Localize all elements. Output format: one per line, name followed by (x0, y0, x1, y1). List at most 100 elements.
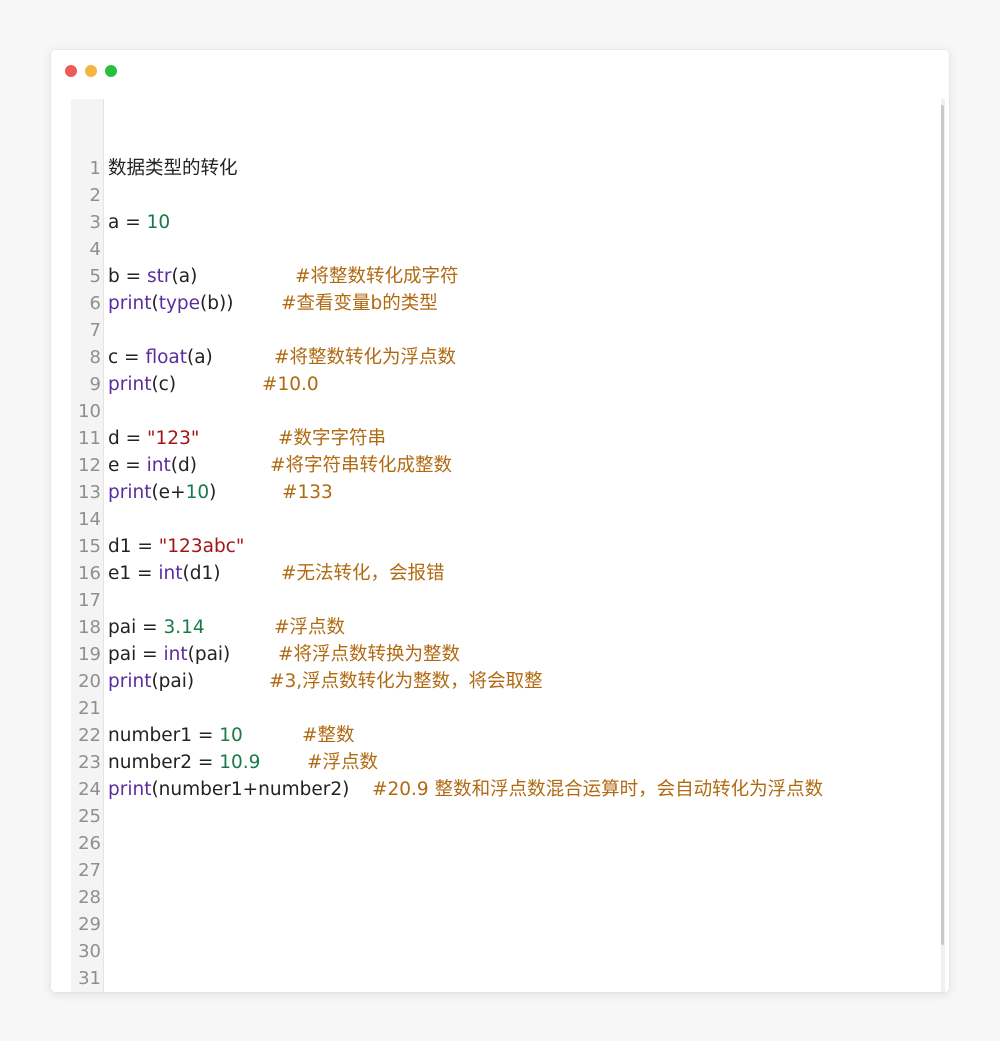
code-token: 10 (219, 725, 243, 746)
code-token: (c) (151, 374, 177, 395)
code-token: 10 (185, 482, 210, 503)
code-line: 4 (71, 236, 931, 263)
code-token: (e+ (151, 482, 186, 503)
code-token: print (108, 482, 152, 503)
code-line: 14 (71, 506, 931, 533)
code-token: (pai) (151, 671, 195, 692)
code-comment: #3,浮点数转化为整数，将会取整 (269, 671, 543, 692)
line-number: 12 (78, 455, 101, 476)
code-text: a = 10 (108, 209, 170, 236)
code-line: 17 (71, 587, 931, 614)
code-token: 3.14 (163, 617, 205, 638)
line-number: 4 (89, 239, 101, 260)
code-token: (d1) (182, 563, 221, 584)
code-comment: #浮点数 (307, 752, 379, 773)
code-token: (pai) (187, 644, 231, 665)
code-text: print(e+10) (108, 479, 216, 506)
code-line: 23 number2 = 10.9 #浮点数 (71, 749, 931, 776)
line-number: 24 (78, 779, 101, 800)
code-comment: #20.9 整数和浮点数混合运算时，会自动转化为浮点数 (372, 779, 824, 800)
code-text: number2 = 10.9 (108, 749, 260, 776)
code-token: b = (108, 266, 148, 287)
line-number: 9 (89, 374, 101, 395)
code-comment: #浮点数 (274, 617, 346, 638)
line-number: 22 (78, 725, 101, 746)
code-text: e1 = int(d1) (108, 560, 221, 587)
code-token: float (145, 347, 187, 368)
line-number: 16 (78, 563, 101, 584)
line-number: 31 (78, 968, 101, 989)
code-comment: #整数 (302, 725, 355, 746)
code-line: 26 (71, 830, 931, 857)
code-text: d = "123" (108, 425, 199, 452)
code-editor[interactable]: 1 数据类型的转化 2 3 a = 10 4 5 b = str(a) #将整数转化成字符 6 pr… (71, 99, 945, 992)
code-token: pai = (108, 617, 164, 638)
code-line: 8 c = float(a) #将整数转化为浮点数 (71, 344, 931, 371)
scrollbar-thumb[interactable] (941, 105, 944, 945)
code-line: 28 (71, 884, 931, 911)
code-comment: #将整数转化为浮点数 (274, 347, 457, 368)
code-text: 数据类型的转化 (108, 155, 238, 182)
code-token: (number1+number2) (151, 779, 350, 800)
line-number: 7 (89, 320, 101, 341)
code-comment: #将浮点数转换为整数 (278, 644, 461, 665)
line-number: 30 (78, 941, 101, 962)
code-text: print(type(b)) (108, 290, 233, 317)
code-comment: #将整数转化成字符 (295, 266, 459, 287)
maximize-window-button[interactable] (105, 65, 117, 77)
code-token: print (108, 374, 152, 395)
code-token: d1 = (108, 536, 159, 557)
line-number: 6 (89, 293, 101, 314)
code-token: (a) (171, 266, 198, 287)
code-comment: #10.0 (262, 374, 319, 395)
code-comment: #数字字符串 (278, 428, 387, 449)
code-text: pai = 3.14 (108, 614, 205, 641)
code-text: print(pai) (108, 668, 194, 695)
code-token: (a) (187, 347, 213, 368)
code-line: 29 (71, 911, 931, 938)
code-line: 7 (71, 317, 931, 344)
code-line: 13 print(e+10) #133 (71, 479, 931, 506)
line-number: 23 (78, 752, 101, 773)
code-token: pai = (108, 644, 164, 665)
code-line: 10 (71, 398, 931, 425)
code-token: type (158, 293, 201, 314)
code-comment: #无法转化，会报错 (281, 563, 445, 584)
line-number: 18 (78, 617, 101, 638)
code-line: 3 a = 10 (71, 209, 931, 236)
code-line: 19 pai = int(pai) #将浮点数转换为整数 (71, 641, 931, 668)
code-token: e1 = (108, 563, 159, 584)
line-number: 27 (78, 860, 101, 881)
code-line: 25 (71, 803, 931, 830)
code-token: print (108, 671, 152, 692)
close-window-button[interactable] (65, 65, 77, 77)
code-line: 16 e1 = int(d1) #无法转化，会报错 (71, 560, 931, 587)
line-number: 26 (78, 833, 101, 854)
code-token: d = (108, 428, 148, 449)
code-line: 12 e = int(d) #将字符串转化成整数 (71, 452, 931, 479)
vertical-scrollbar[interactable] (941, 99, 945, 992)
line-number: 29 (78, 914, 101, 935)
code-text: number1 = 10 (108, 722, 243, 749)
code-line: 15 d1 = "123abc" (71, 533, 931, 560)
code-line: 5 b = str(a) #将整数转化成字符 (71, 263, 931, 290)
code-line: 22 number1 = 10 #整数 (71, 722, 931, 749)
line-number: 28 (78, 887, 101, 908)
code-token: ( (151, 293, 159, 314)
line-number: 8 (89, 347, 101, 368)
code-token: a = (108, 212, 147, 233)
code-token: "123" (147, 428, 200, 449)
code-token: int (146, 455, 171, 476)
line-number: 1 (89, 158, 101, 179)
minimize-window-button[interactable] (85, 65, 97, 77)
code-comment: #将字符串转化成整数 (270, 455, 453, 476)
code-line: 27 (71, 857, 931, 884)
code-token: 10.9 (219, 752, 261, 773)
line-number: 14 (78, 509, 101, 530)
line-number: 20 (78, 671, 101, 692)
line-number: 3 (89, 212, 101, 233)
line-number: 15 (78, 536, 101, 557)
line-number: 11 (78, 428, 101, 449)
code-text: print(c) (108, 371, 176, 398)
code-text: b = str(a) (108, 263, 197, 290)
